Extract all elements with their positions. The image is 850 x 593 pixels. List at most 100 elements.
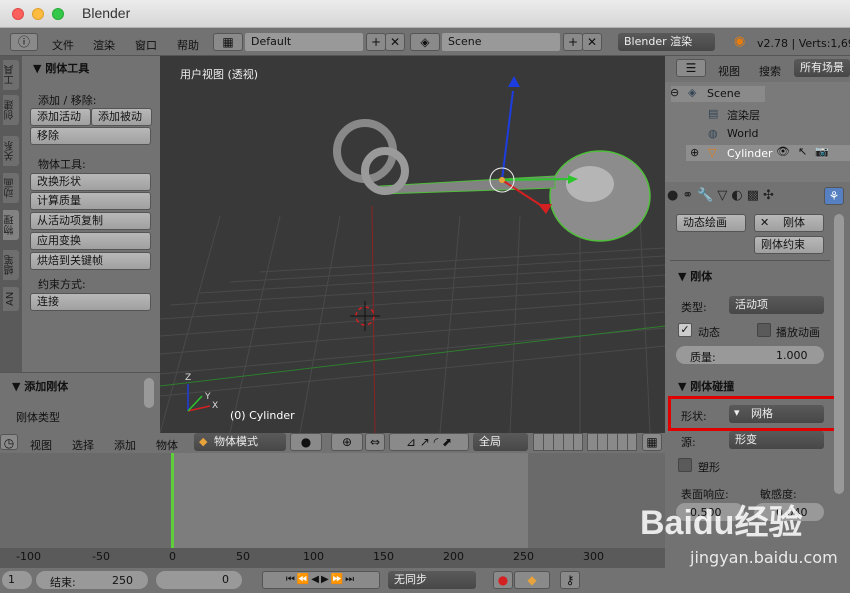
apply-transform-button[interactable]: 应用变换 [30, 232, 151, 250]
pivot-icon[interactable]: ⊕ [331, 433, 363, 451]
collision-panel-header[interactable]: ▼ 刚体碰撞 [678, 378, 734, 394]
mini-x-label: X [212, 401, 219, 411]
copy-from-active-button[interactable]: 从活动项复制 [30, 212, 151, 230]
tab-create[interactable]: 创建 [3, 95, 19, 125]
tab-animation[interactable]: 动画 [3, 173, 19, 203]
object-tools-label: 物体工具: [38, 158, 86, 171]
tab-relations[interactable]: 关系 [3, 136, 19, 166]
remove-scene-icon[interactable]: ✕ [582, 33, 602, 51]
display-mode-dropdown[interactable]: 所有场景 [794, 59, 850, 77]
manipulator-toggle-icon[interactable]: ⇔ [365, 433, 385, 451]
source-dropdown[interactable]: 形变 [729, 431, 824, 449]
zoom-window-button[interactable] [52, 8, 64, 20]
menu-view[interactable]: 视图 [30, 437, 52, 453]
add-rigid-title: 添加刚体 [24, 380, 69, 393]
version-stats: v2.78 | Verts:1,69 [757, 37, 850, 50]
deform-checkbox[interactable] [678, 458, 692, 472]
menu-file[interactable]: 文件 [52, 37, 74, 53]
minimize-window-button[interactable] [32, 8, 44, 20]
expand-icon[interactable]: ⊖ [670, 86, 679, 99]
timeline-editor-icon[interactable]: ◷ [0, 434, 18, 450]
scene-icon[interactable]: ◈ [410, 33, 440, 51]
outliner-editor-icon[interactable]: ☰ [676, 59, 706, 77]
dynamic-paint-button[interactable]: 动态绘画 [676, 214, 746, 232]
outliner-item-cylinder[interactable]: Cylinder [727, 147, 773, 160]
expand-icon[interactable]: ⊕ [690, 146, 699, 159]
properties-scrollbar[interactable] [834, 214, 844, 494]
add-active-button[interactable]: 添加活动 [30, 108, 91, 126]
outliner-view-menu[interactable]: 视图 [718, 63, 740, 79]
mode-dropdown[interactable]: 物体模式 [194, 433, 286, 451]
add-passive-button[interactable]: 添加被动 [91, 108, 152, 126]
outliner-item-world[interactable]: World [727, 127, 759, 140]
tab-physics[interactable]: 物理 [3, 210, 19, 240]
add-rigid-header[interactable]: ▼ 添加刚体 [12, 378, 68, 394]
sync-dropdown[interactable]: 无同步 [388, 571, 476, 589]
layout-field[interactable]: Default [245, 33, 363, 51]
dynamic-checkbox[interactable]: ✓ [678, 323, 692, 337]
remove-layout-icon[interactable]: ✕ [385, 33, 405, 51]
tab-grease-pencil[interactable]: 蜡笔 [3, 250, 19, 280]
scene-field[interactable]: Scene [442, 33, 560, 51]
connect-button[interactable]: 连接 [30, 293, 151, 311]
menu-help[interactable]: 帮助 [177, 37, 199, 53]
rigid-panel-title: 刚体 [690, 270, 713, 283]
outliner-item-renderlayers[interactable]: 渲染层 [727, 107, 760, 123]
outliner-search-menu[interactable]: 搜索 [759, 63, 781, 79]
lock-layers-icon[interactable]: ▦ [642, 433, 662, 451]
add-scene-icon[interactable]: + [563, 33, 583, 51]
tab-an[interactable]: AN [3, 287, 19, 311]
rigid-tools-header[interactable]: ▼ 刚体工具 [33, 60, 89, 76]
info-editor-icon[interactable]: ⓘ [10, 33, 38, 51]
menu-select[interactable]: 选择 [72, 437, 94, 453]
sphere-highlight [566, 166, 614, 202]
visibility-eye-icon[interactable]: 👁 [776, 145, 790, 158]
animated-checkbox[interactable] [757, 323, 771, 337]
bake-keyframes-button[interactable]: 烘焙到关键帧 [30, 252, 151, 270]
remove-rigid-icon: ✕ [760, 216, 770, 229]
keyframe-icon[interactable]: ⚷ [560, 571, 580, 589]
tab-tools[interactable]: 工具 [3, 60, 19, 90]
watermark-url: jingyan.baidu.com [690, 548, 838, 567]
property-tab-icons[interactable]: ●⚭🔧▽◐▩✣ [667, 188, 778, 203]
record-icon[interactable]: ● [493, 571, 513, 589]
menu-window[interactable]: 窗口 [135, 37, 157, 53]
viewport-scene [160, 76, 665, 433]
scene-tree-icon: ◈ [688, 86, 697, 99]
remove-button[interactable]: 移除 [30, 127, 151, 145]
menu-render[interactable]: 渲染 [93, 37, 115, 53]
z-manipulator [501, 90, 514, 181]
mesh-icon: ▾ [734, 406, 740, 419]
shape-dropdown[interactable]: 网格 [729, 405, 824, 423]
window-title: Blender [82, 5, 131, 21]
render-camera-icon[interactable]: 📷 [815, 145, 829, 158]
layer-buttons[interactable] [533, 433, 583, 451]
add-layout-icon[interactable]: + [366, 33, 386, 51]
shading-icon[interactable]: ● [290, 433, 322, 451]
menu-add[interactable]: 添加 [114, 437, 136, 453]
playback-controls[interactable]: ⏮⏪◀▶⏩⏭ [262, 571, 380, 589]
tool-scrollbar[interactable] [144, 378, 154, 408]
type-dropdown[interactable]: 活动项 [729, 296, 824, 314]
keying-set-icon[interactable]: ◆ [514, 571, 550, 589]
current-frame-field[interactable]: 0 [156, 571, 242, 589]
floor-grid [160, 215, 665, 433]
layer-buttons-2[interactable] [587, 433, 637, 451]
rigid-body-panel-header[interactable]: ▼ 刚体 [678, 268, 712, 284]
layout-icon[interactable]: ▦ [213, 33, 243, 51]
object-icon: ▽ [708, 146, 717, 159]
physics-tab-icon[interactable]: ⚘ [824, 187, 844, 205]
orientation-dropdown[interactable]: 全局 [473, 433, 528, 451]
rigid-constraint-button[interactable]: 刚体约束 [754, 236, 824, 254]
outliner-item-scene[interactable]: Scene [707, 87, 741, 100]
close-window-button[interactable] [12, 8, 24, 20]
start-frame-field[interactable]: 1 [2, 571, 32, 589]
object-origin [499, 177, 505, 183]
render-engine-dropdown[interactable]: Blender 渲染 [618, 33, 715, 51]
calculate-mass-button[interactable]: 计算质量 [30, 192, 151, 210]
change-shape-button[interactable]: 改换形状 [30, 173, 151, 191]
menu-object[interactable]: 物体 [156, 437, 178, 453]
transform-manipulators-icon[interactable]: ⊿ ↗ ◜ ⬈ [389, 433, 469, 451]
mini-z-label: Z [185, 373, 192, 383]
selectable-cursor-icon[interactable]: ↖ [798, 145, 807, 158]
